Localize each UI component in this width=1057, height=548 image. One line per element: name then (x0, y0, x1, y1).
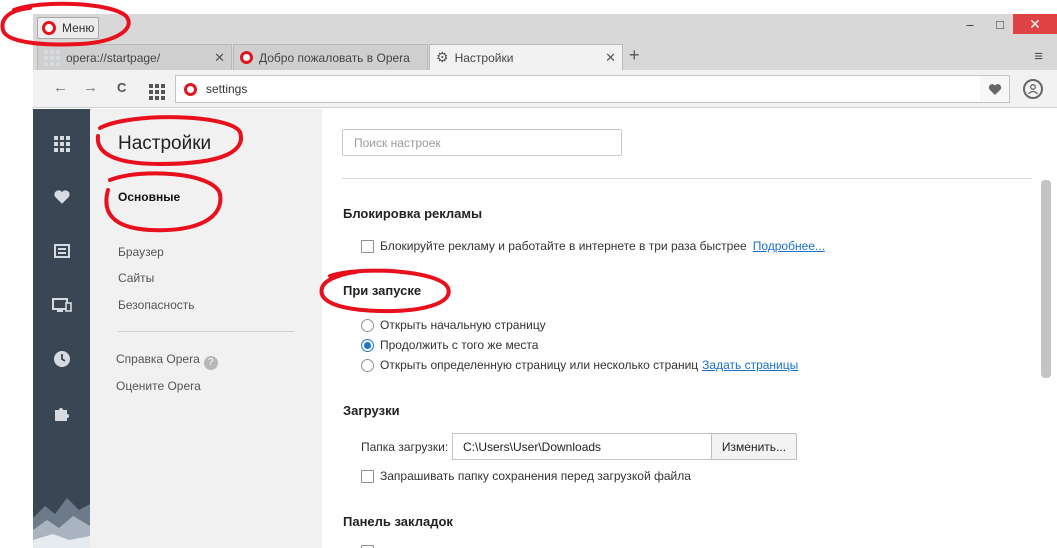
adblock-more-link[interactable]: Подробнее... (753, 239, 825, 253)
tab-close-icon[interactable]: ✕ (605, 50, 616, 66)
url-text: settings (206, 82, 248, 96)
extensions-icon[interactable] (33, 399, 90, 427)
opera-icon (240, 51, 253, 64)
tab-welcome[interactable]: Добро пожаловать в Opera (233, 44, 428, 70)
devices-icon[interactable] (33, 291, 90, 319)
maximize-icon: □ (996, 16, 1004, 32)
back-icon[interactable]: ← (53, 79, 68, 96)
adblock-row: Блокируйте рекламу и работайте в интерне… (361, 239, 825, 253)
downloads-title: Загрузки (343, 403, 400, 418)
minimize-icon: – (966, 16, 974, 32)
startup-option-row: Открыть определенную страницу или нескол… (361, 358, 798, 372)
close-icon: ✕ (1029, 15, 1041, 32)
menu-button[interactable]: Меню (37, 17, 99, 39)
nav-item-sites[interactable]: Сайты (118, 271, 154, 285)
change-folder-button[interactable]: Изменить... (711, 433, 797, 460)
scrollbar[interactable] (1041, 180, 1051, 378)
download-folder-field[interactable]: C:\Users\User\Downloads (452, 433, 714, 460)
tab-settings[interactable]: ⚙ Настройки ✕ (429, 44, 623, 70)
ask-folder-row: Запрашивать папку сохранения перед загру… (361, 469, 691, 483)
sidebar-background-image (33, 478, 90, 548)
nav-item-security[interactable]: Безопасность (118, 298, 195, 312)
tab-label: opera://startpage/ (66, 50, 161, 65)
heart-icon (988, 83, 1001, 95)
set-pages-link[interactable]: Задать страницы (702, 358, 798, 372)
bookmarks-bar-title: Панель закладок (343, 514, 453, 529)
user-icon (1028, 84, 1038, 95)
tab-label: Настройки (454, 50, 514, 65)
speed-dial-icon[interactable] (149, 84, 165, 100)
heart-icon[interactable] (33, 183, 90, 211)
search-input[interactable] (343, 130, 621, 155)
rate-opera-link[interactable]: Оцените Opera (116, 379, 201, 393)
tab-label: Добро пожаловать в Opera (259, 50, 410, 65)
settings-search (342, 129, 622, 156)
opera-icon (184, 82, 197, 96)
startup-option-row: Продолжить с того же места (361, 338, 538, 352)
speed-dial-icon[interactable] (33, 130, 90, 158)
tab-menu-icon[interactable]: ≡ (1034, 48, 1043, 65)
startup-radio-specific-pages[interactable] (361, 358, 374, 372)
opera-logo-icon (42, 21, 56, 35)
ask-folder-checkbox[interactable] (361, 469, 374, 483)
help-label: Справка Opera (116, 352, 200, 366)
tab-bar: opera://startpage/ ✕ Добро пожаловать в … (33, 42, 1057, 70)
settings-title: Настройки (118, 133, 212, 154)
maximize-button[interactable]: □ (985, 14, 1015, 34)
bookmark-heart-button[interactable] (980, 75, 1010, 103)
settings-content: Блокировка рекламы Блокируйте рекламу и … (322, 109, 1057, 548)
tab-startpage[interactable]: opera://startpage/ ✕ (37, 44, 232, 70)
minimize-button[interactable]: – (955, 14, 985, 34)
url-field[interactable]: settings (175, 75, 1010, 103)
top-strip (0, 0, 1057, 14)
account-icon[interactable] (1023, 79, 1043, 99)
tab-close-icon[interactable]: ✕ (214, 50, 225, 66)
startup-title: При запуске (343, 283, 422, 298)
startup-option-label: Открыть определенную страницу или нескол… (380, 358, 699, 372)
download-folder-label: Папка загрузки: (361, 440, 449, 454)
close-window-button[interactable]: ✕ (1013, 14, 1057, 34)
forward-icon[interactable]: → (83, 79, 98, 96)
help-icon: ? (203, 355, 218, 370)
adblock-checkbox[interactable] (361, 239, 374, 253)
adblock-title: Блокировка рекламы (343, 206, 483, 221)
reload-icon[interactable]: C (117, 80, 126, 95)
nav-divider (118, 331, 294, 332)
nav-item-basic[interactable]: Основные (118, 190, 180, 204)
header-divider (342, 178, 1032, 179)
settings-nav: Настройки Основные Браузер Сайты Безопас… (90, 109, 322, 548)
help-link[interactable]: Справка Opera? (116, 352, 218, 370)
title-bar: Меню – □ ✕ (33, 14, 1057, 42)
startup-option-label: Продолжить с того же места (380, 338, 539, 352)
startup-option-label: Открыть начальную страницу (380, 318, 546, 332)
address-bar: ← → C settings (33, 70, 1057, 108)
ask-folder-label: Запрашивать папку сохранения перед загру… (380, 469, 691, 483)
startup-radio-continue[interactable] (361, 338, 374, 352)
grid-icon (44, 49, 60, 66)
menu-label: Меню (62, 21, 95, 35)
startup-radio-start-page[interactable] (361, 318, 374, 332)
history-icon[interactable] (33, 345, 90, 373)
nav-item-browser[interactable]: Браузер (118, 245, 164, 259)
news-icon[interactable] (33, 237, 90, 265)
new-tab-button[interactable]: + (629, 45, 640, 66)
opera-sidebar (33, 109, 90, 548)
gear-icon: ⚙ (436, 49, 449, 65)
startup-option-row: Открыть начальную страницу (361, 318, 546, 332)
adblock-label: Блокируйте рекламу и работайте в интерне… (380, 239, 747, 253)
